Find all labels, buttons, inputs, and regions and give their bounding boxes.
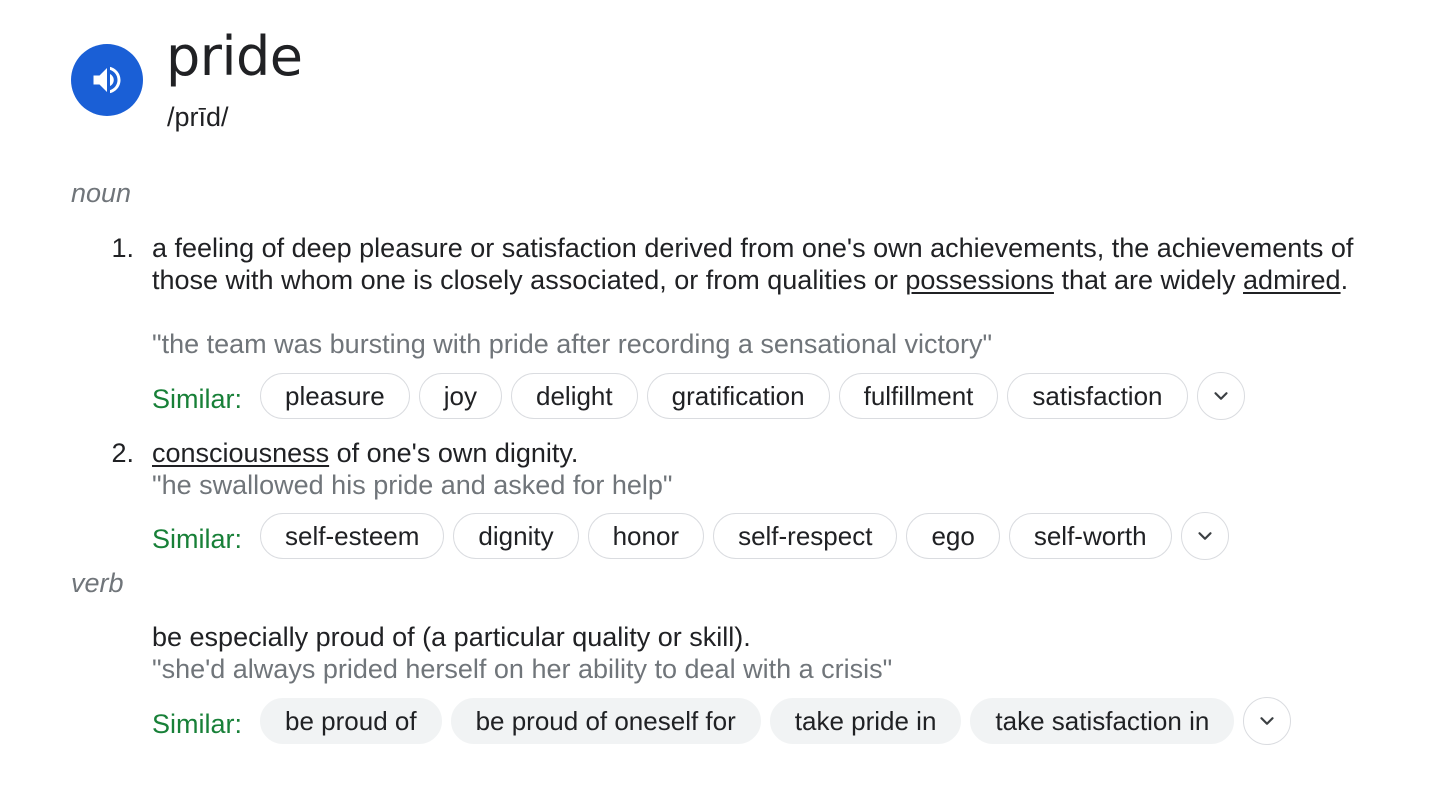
expand-similar-button[interactable] <box>1243 697 1292 745</box>
similar-chip[interactable]: ego <box>906 513 1000 559</box>
similar-chip[interactable]: gratification <box>646 373 830 419</box>
definition-fragment: . <box>1340 265 1349 295</box>
similar-chip[interactable]: satisfaction <box>1007 373 1188 419</box>
similar-chip[interactable]: be proud of oneself for <box>450 698 761 744</box>
chevron-down-icon <box>1260 717 1274 725</box>
definition-fragment: that are widely <box>1053 265 1244 295</box>
similar-words-row: Similar: be proud of be proud of oneself… <box>152 697 1292 745</box>
definition-text: be especially proud of (a particular qua… <box>152 622 751 652</box>
phonetic-spelling: /prīd/ <box>167 102 229 132</box>
part-of-speech-noun: noun <box>71 178 132 208</box>
similar-chip[interactable]: self-esteem <box>260 513 445 559</box>
listen-button[interactable] <box>71 44 143 116</box>
definition-fragment: of one's own dignity. <box>329 438 579 468</box>
similar-label: Similar: <box>152 383 243 414</box>
chevron-down-icon <box>1197 532 1212 540</box>
definition-link-admired[interactable]: admired <box>1243 265 1341 295</box>
similar-chip[interactable]: fulfillment <box>838 373 999 419</box>
example-sentence: "she'd always prided herself on her abil… <box>152 654 893 684</box>
similar-chip[interactable]: honor <box>587 513 705 559</box>
similar-chip[interactable]: joy <box>418 373 502 419</box>
similar-chip[interactable]: dignity <box>453 513 579 559</box>
chevron-down-icon <box>1213 392 1228 400</box>
similar-chip[interactable]: take satisfaction in <box>970 698 1235 744</box>
definition-text: a feeling of deep pleasure or satisfacti… <box>152 232 1402 296</box>
definition-link-possessions[interactable]: possessions <box>905 265 1054 295</box>
definition-link-consciousness[interactable]: consciousness <box>152 438 329 468</box>
example-sentence: "he swallowed his pride and asked for he… <box>152 470 673 500</box>
sense-number: 2. <box>111 438 134 468</box>
headword: pride <box>166 25 303 88</box>
definition-text: consciousness of one's own dignity. <box>152 437 1402 469</box>
similar-chip[interactable]: be proud of <box>260 698 442 744</box>
similar-chip[interactable]: self-respect <box>713 513 898 559</box>
similar-label: Similar: <box>152 523 243 554</box>
example-sentence: "the team was bursting with pride after … <box>152 329 993 359</box>
similar-chip[interactable]: take pride in <box>769 698 962 744</box>
similar-words-row: Similar: pleasure joy delight gratificat… <box>152 372 1245 420</box>
similar-label: Similar: <box>152 708 243 739</box>
similar-chip[interactable]: delight <box>511 373 638 419</box>
sense-number: 1. <box>111 233 134 263</box>
similar-words-row: Similar: self-esteem dignity honor self-… <box>152 512 1229 560</box>
part-of-speech-verb: verb <box>71 568 124 598</box>
speaker-icon <box>89 62 125 98</box>
similar-chip[interactable]: self-worth <box>1008 513 1172 559</box>
expand-similar-button[interactable] <box>1196 372 1245 420</box>
similar-chip[interactable]: pleasure <box>260 373 410 419</box>
expand-similar-button[interactable] <box>1180 512 1229 560</box>
